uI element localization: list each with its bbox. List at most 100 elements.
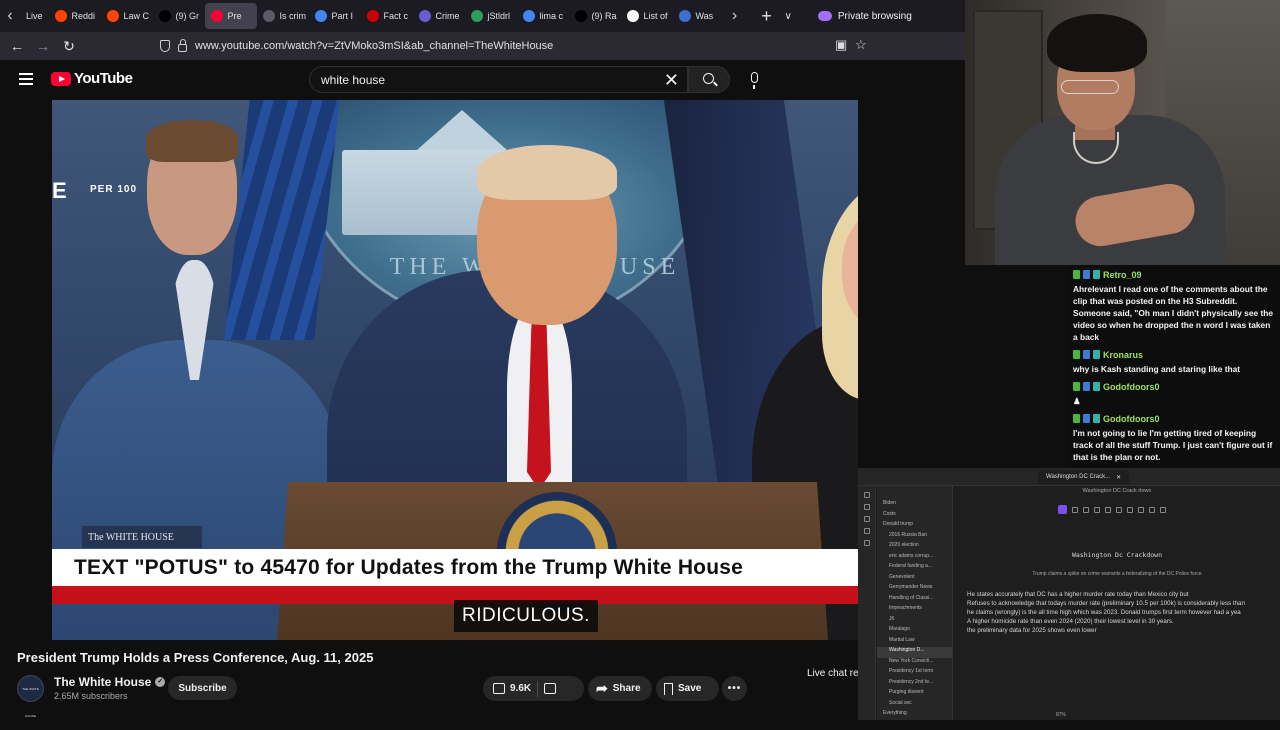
browser-tab[interactable]: Part I <box>309 3 361 29</box>
back-arrow-icon[interactable]: ← <box>4 38 30 54</box>
url-text[interactable]: www.youtube.com/watch?v=ZtVMoko3mSI&ab_c… <box>195 40 553 52</box>
sidebar-folder[interactable]: Everything <box>877 710 952 720</box>
note-body[interactable]: He states accurately that DC has a highe… <box>967 590 1279 635</box>
live-chat-header[interactable]: Live chat re <box>807 668 859 679</box>
text-tool-icon[interactable] <box>1138 506 1144 513</box>
video-player[interactable]: THE WHITE HOUSE E PER 100 The WHITE HOUS… <box>52 100 858 640</box>
browser-tab[interactable]: List of <box>621 3 673 29</box>
microphone-icon[interactable] <box>751 72 758 89</box>
sidebar-note[interactable]: Martial Law <box>877 637 952 648</box>
eraser-tool-icon[interactable] <box>1160 506 1166 513</box>
tabs-scroll-right-icon[interactable]: › <box>725 7 745 25</box>
youtube-logo[interactable]: YouTube <box>51 70 133 87</box>
browser-tab[interactable]: jStldrl <box>465 3 517 29</box>
sidebar-note[interactable]: Presidency 1st term <box>877 668 952 679</box>
browser-tab[interactable]: Was <box>673 3 725 29</box>
shield-icon[interactable] <box>160 40 170 52</box>
new-tab-plus-icon[interactable]: + <box>757 6 777 27</box>
search-button[interactable] <box>688 66 730 93</box>
sidebar-note[interactable]: 2020 election <box>877 542 952 553</box>
sidebar-note[interactable]: Maralago <box>877 626 952 637</box>
forward-arrow-icon[interactable]: → <box>30 38 56 54</box>
x-icon <box>574 10 587 22</box>
share-button[interactable]: ➦ Share <box>588 676 652 701</box>
browser-tab[interactable]: Is crim <box>257 3 309 29</box>
ribbon-icon[interactable] <box>863 528 870 534</box>
like-count[interactable]: 9.6K <box>510 683 531 694</box>
browser-tab[interactable]: lima c <box>517 3 569 29</box>
channel-avatar[interactable]: THE WHITE HOUSE <box>17 675 44 718</box>
sidebar-note[interactable]: Presidency 2nd te... <box>877 679 952 690</box>
chat-username[interactable]: Kronarus <box>1103 350 1143 360</box>
search-query[interactable]: white house <box>321 73 385 87</box>
pencil-tool-icon[interactable] <box>1127 506 1133 513</box>
picture-in-picture-icon[interactable]: ▣ <box>835 37 847 53</box>
menu-icon[interactable] <box>19 73 33 85</box>
ribbon-icon[interactable] <box>863 492 870 498</box>
thumbs-up-icon[interactable] <box>493 683 505 694</box>
save-button[interactable]: Save <box>656 676 719 701</box>
arrow-tool-icon[interactable] <box>1105 506 1111 513</box>
chat-username-row: Godofdoors0 <box>1073 380 1275 393</box>
tab-list-chevron-down-icon[interactable]: ∨ <box>785 11 792 22</box>
line-tool-icon[interactable] <box>1116 506 1122 513</box>
site-icon <box>470 10 483 22</box>
sidebar-note[interactable]: 2016 Russia Ban <box>877 532 952 543</box>
browser-tab[interactable]: (9) Ra <box>569 3 621 29</box>
cnn-icon <box>366 10 379 22</box>
sidebar-folder[interactable]: Donald trump <box>877 521 952 532</box>
wikipedia-icon <box>626 10 639 22</box>
ribbon-icon[interactable] <box>863 516 870 522</box>
sidebar-note[interactable]: Handling of Classi... <box>877 595 952 606</box>
note-body-line: Refuses to acknowledge that todays murde… <box>967 600 1245 607</box>
note-tab[interactable]: Washington DC Crack... ✕ <box>1038 470 1130 484</box>
notes-app-window: Washington DC Crack... ✕ Biden Costs Donal… <box>858 468 1280 720</box>
sidebar-note[interactable]: Purging dissent <box>877 689 952 700</box>
sidebar-note[interactable]: eric adams corrup... <box>877 553 952 564</box>
address-bar[interactable]: www.youtube.com/watch?v=ZtVMoko3mSI&ab_c… <box>160 35 880 57</box>
sidebar-note[interactable]: Washington D... <box>877 647 952 658</box>
browser-tab[interactable]: Crime <box>413 3 465 29</box>
sidebar-note[interactable]: New York Convicti... <box>877 658 952 669</box>
chat-username[interactable]: Godofdoors0 <box>1103 414 1160 424</box>
reload-icon[interactable]: ↻ <box>56 38 82 55</box>
chat-message: Retro_09 Ahrelevant I read one of the com… <box>1073 268 1275 343</box>
sidebar-note[interactable]: Impeachments <box>877 605 952 616</box>
bookmark-star-icon[interactable]: ☆ <box>855 37 867 53</box>
sidebar-folder[interactable]: Biden <box>877 500 952 511</box>
tabs-scroll-left-icon[interactable]: ‹ <box>0 7 20 25</box>
browser-tab-label: (9) Ra <box>591 11 617 21</box>
ribbon-icon[interactable] <box>863 504 870 510</box>
sidebar-note[interactable]: Social sec <box>877 700 952 711</box>
search-input[interactable]: white house ✕ <box>309 66 688 93</box>
sidebar-folder[interactable]: Costs <box>877 511 952 522</box>
more-actions-button[interactable]: ••• <box>722 676 747 701</box>
diamond-tool-icon[interactable] <box>1083 506 1089 513</box>
lock-icon[interactable] <box>178 38 187 52</box>
clear-search-icon[interactable]: ✕ <box>664 70 679 91</box>
browser-tab[interactable]: Live <box>20 3 49 29</box>
close-tab-icon[interactable]: ✕ <box>1116 474 1121 481</box>
rectangle-tool-icon[interactable] <box>1072 506 1078 513</box>
image-tool-icon[interactable] <box>1149 506 1155 513</box>
sidebar-note[interactable]: Gerrymander News <box>877 584 952 595</box>
sidebar-note[interactable]: Genevolent <box>877 574 952 585</box>
thumbs-down-icon[interactable] <box>544 683 557 694</box>
sidebar-note[interactable]: Federal funding a... <box>877 563 952 574</box>
subscribe-button[interactable]: Subscribe <box>168 676 237 700</box>
youtube-wordmark: YouTube <box>74 70 133 87</box>
draw-tool-icon[interactable] <box>1058 505 1067 514</box>
chat-username[interactable]: Retro_09 <box>1103 270 1142 280</box>
ellipse-tool-icon[interactable] <box>1094 506 1100 513</box>
browser-tab[interactable]: Law C <box>101 3 153 29</box>
browser-tab[interactable]: Reddi <box>49 3 101 29</box>
browser-tab[interactable]: Pre <box>204 3 257 29</box>
browser-tab[interactable]: (9) Gr <box>153 3 205 29</box>
browser-tab[interactable]: Fact c <box>361 3 413 29</box>
ribbon-icon[interactable] <box>863 540 870 546</box>
chat-username[interactable]: Godofdoors0 <box>1103 382 1160 392</box>
chat-badge-icon <box>1073 350 1080 359</box>
sidebar-note[interactable]: J6 <box>877 616 952 627</box>
channel-name[interactable]: The White House ✓ <box>54 675 166 689</box>
zoom-level[interactable]: 87% <box>1056 712 1066 718</box>
